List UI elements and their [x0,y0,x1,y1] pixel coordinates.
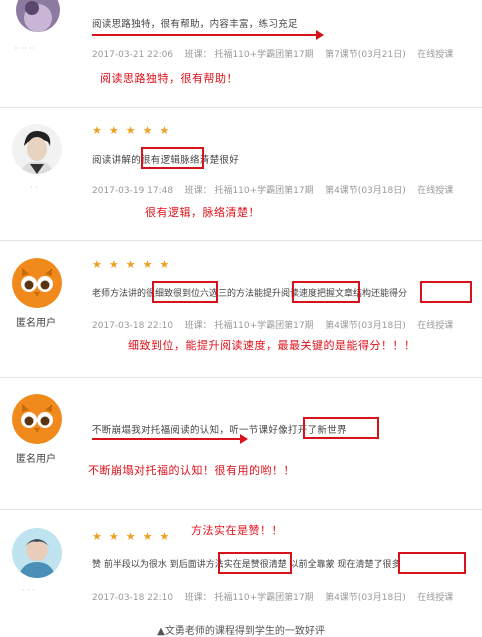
user-avatar-1[interactable] [16,0,60,32]
owl-icon[interactable] [12,258,62,308]
review-datetime: 2017-03-19 17:48 [92,186,174,196]
user-name-5: · · · [22,586,35,595]
class-label: 班课： [184,593,212,603]
lesson-info: 第4课节(03月18日) [325,186,406,196]
review-meta-2: 2017-03-19 17:48 班课： 托福110+学霸团第17期 第4课节(… [92,183,453,196]
teaching-mode: 在线授课 [417,50,454,60]
highlight-box [292,281,360,303]
underline-arrowhead [240,434,248,444]
underline-arrowhead [316,30,324,40]
review-text-1: 阅读思路独特，很有帮助，内容丰富，练习充足 [92,19,298,30]
review-datetime: 2017-03-21 22:06 [92,50,174,60]
course-link[interactable]: 托福110+学霸团第17期 [214,50,313,60]
class-label: 班课： [184,50,212,60]
highlight-box [303,417,379,439]
star-rating-3: ★★★★★ [92,258,177,271]
annotation-5: 方法实在是赞！！ [191,524,283,537]
highlight-box [420,281,472,303]
highlight-box [152,281,218,303]
class-label: 班课： [184,186,212,196]
user-name-1: ·· ·· ·· [14,44,35,53]
teaching-mode: 在线授课 [417,321,454,331]
highlight-box [141,147,204,169]
anonymous-user-label: 匿名用户 [16,318,56,329]
anonymous-user-label: 匿名用户 [16,454,56,465]
review-meta-3: 2017-03-18 22:10 班课： 托福110+学霸团第17期 第4课节(… [92,318,453,331]
review-meta-5: 2017-03-18 22:10 班课： 托福110+学霸团第17期 第4课节(… [92,590,453,603]
review-divider [0,377,482,378]
lesson-info: 第7课节(03月21日) [325,50,406,60]
user-avatar-5[interactable] [12,528,62,578]
annotation-underline-4 [92,438,242,440]
review-screenshot: ·· ·· ·· 阅读思路独特，很有帮助，内容丰富，练习充足 2017-03-2… [0,0,482,637]
image-caption: ▲文勇老师的课程得到学生的一致好评 [157,626,325,637]
annotation-underline-1 [92,34,318,36]
owl-icon[interactable] [12,394,62,444]
course-link[interactable]: 托福110+学霸团第17期 [214,321,313,331]
lesson-info: 第4课节(03月18日) [325,321,406,331]
teaching-mode: 在线授课 [417,593,454,603]
course-link[interactable]: 托福110+学霸团第17期 [214,593,313,603]
review-divider [0,240,482,241]
class-label: 班课： [184,321,212,331]
lesson-info: 第4课节(03月18日) [325,593,406,603]
highlight-box [218,552,292,574]
teaching-mode: 在线授课 [417,186,454,196]
review-divider [0,107,482,108]
star-rating-5: ★★★★★ [92,530,177,543]
annotation-4: 不断崩塌对托福的认知！很有用的哟！！ [88,464,295,477]
user-name-2: · · [30,183,38,192]
annotation-1: 阅读思路独特，很有帮助！ [100,72,238,85]
course-link[interactable]: 托福110+学霸团第17期 [214,186,313,196]
review-divider [0,509,482,510]
review-meta-1: 2017-03-21 22:06 班课： 托福110+学霸团第17期 第7课节(… [92,47,453,60]
review-datetime: 2017-03-18 22:10 [92,321,174,331]
review-datetime: 2017-03-18 22:10 [92,593,174,603]
annotation-2: 很有逻辑，脉络清楚！ [145,206,260,219]
user-avatar-2[interactable] [12,124,62,174]
star-rating-2: ★★★★★ [92,124,177,137]
highlight-box [398,552,466,574]
annotation-3: 细致到位，能提升阅读速度，最最关键的是能得分！！！ [128,339,416,352]
